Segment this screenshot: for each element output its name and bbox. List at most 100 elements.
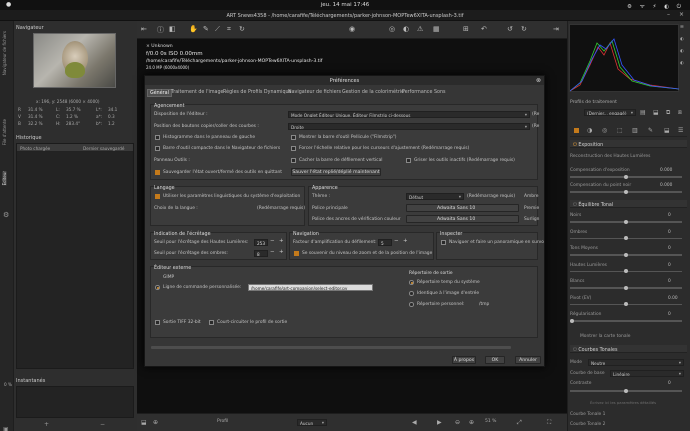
custom-cmd-input[interactable]: /home/carafife/art-companion/select-edit… — [248, 284, 373, 291]
clip-low-plus[interactable]: + — [279, 249, 284, 255]
add-snapshot-icon[interactable]: + — [44, 421, 49, 428]
tone-slider-value[interactable]: 0 — [668, 312, 671, 317]
tab-performance[interactable]: Performance — [400, 89, 434, 97]
hist-left-checkbox[interactable] — [155, 135, 160, 140]
save-state-checkbox[interactable] — [155, 170, 160, 175]
curves-mode-combo[interactable]: Neutre ▾ — [588, 359, 684, 366]
grey-inactive-checkbox[interactable] — [406, 158, 411, 163]
remember-zoom-checkbox[interactable] — [294, 251, 299, 256]
tool-tab-detail-icon[interactable]: ◎ — [602, 127, 607, 134]
before-after-icon[interactable]: ◧ — [169, 25, 176, 33]
close-window-icon[interactable]: × — [679, 11, 684, 18]
grid-icon[interactable]: ⊞ — [463, 25, 469, 33]
focus-mask-icon[interactable]: ◎ — [389, 25, 395, 33]
tab-editor[interactable]: Éditeur — [2, 171, 7, 186]
clip-low-spin[interactable]: 8 — [254, 250, 268, 257]
profile-folder-icon[interactable]: ▤ — [640, 109, 646, 116]
exposure-toggle-icon[interactable]: ⏻ — [573, 143, 577, 148]
tiff32-checkbox[interactable] — [155, 320, 160, 325]
tone-slider[interactable] — [570, 236, 682, 241]
minimize-icon[interactable]: – — [667, 11, 670, 18]
hide-panel-icon[interactable]: ⇤ — [141, 25, 147, 33]
about-button[interactable]: À propos — [452, 356, 476, 364]
cancel-button[interactable]: Annuler — [515, 356, 541, 364]
tab-dynamic-profiles[interactable]: Règles de Profils Dynamique — [221, 89, 293, 97]
prev-image-icon[interactable]: ◀ — [412, 419, 417, 426]
fullscreen-toggle-icon[interactable]: ⛶ — [547, 419, 551, 427]
zoom-in-icon[interactable]: ⊕ — [469, 419, 474, 426]
comp-slider[interactable] — [570, 174, 682, 179]
force-scale-checkbox[interactable] — [291, 146, 296, 151]
tone-slider[interactable] — [570, 269, 682, 274]
dialog-close-icon[interactable]: ⊗ — [536, 77, 541, 84]
compact-toolbar-checkbox[interactable] — [155, 146, 160, 151]
dialog-hscrollbar[interactable] — [151, 346, 511, 349]
system-lang-checkbox[interactable] — [155, 194, 160, 199]
exposure-header[interactable]: ⏻ Exposition — [570, 140, 687, 148]
copy-paste-combo[interactable]: Droite ▾ — [288, 123, 530, 130]
nav-factor-plus[interactable]: + — [403, 238, 408, 244]
tab-color-management[interactable]: Gestion de la colorimétrie — [340, 89, 406, 97]
tab-file-browser-prefs[interactable]: Navigateur de fichiers — [286, 89, 343, 97]
nav-factor-spin[interactable]: 5 — [378, 239, 392, 246]
tab-file-browser[interactable]: Navigateur de fichiers — [2, 31, 7, 75]
tone-slider-knob[interactable] — [570, 318, 574, 323]
tone-slider-value[interactable]: 0 — [668, 246, 671, 251]
curves-toggle-icon[interactable]: ⏻ — [573, 348, 577, 353]
tone-toggle-icon[interactable]: ⏻ — [573, 203, 577, 208]
contrast-value[interactable]: 0 — [668, 381, 671, 386]
main-font-button[interactable]: Adwaita Sans 10 — [406, 204, 519, 212]
histogram-options-icon[interactable]: ☰ — [680, 24, 684, 29]
comp-value[interactable]: 0.000 — [660, 168, 672, 173]
preview-mode-icon[interactable]: ◉ — [349, 25, 355, 33]
save-state-button[interactable]: Sauver l'état replié/déplié maintenant — [291, 168, 381, 176]
clipping-shadow-icon[interactable]: ◐ — [403, 25, 409, 33]
tone-slider-value[interactable]: 0.00 — [668, 296, 678, 301]
curves-header[interactable]: ⏻ Courbes Tonales — [570, 345, 687, 353]
custom-cmd-radio[interactable] — [155, 285, 160, 290]
save-icon[interactable]: ⬓ — [141, 419, 147, 426]
fullscreen-icon[interactable]: ▣ — [3, 426, 9, 431]
histogram[interactable] — [569, 24, 680, 92]
system-clock[interactable]: jeu. 14 mai 17:46 — [0, 2, 690, 8]
black-value[interactable]: 0.000 — [660, 183, 672, 188]
info-icon[interactable]: ⓘ — [157, 25, 164, 35]
inspect-pan-checkbox[interactable] — [441, 240, 446, 245]
tool-tab-exposure[interactable] — [574, 128, 579, 133]
clip-high-spin[interactable]: 253 — [254, 239, 268, 246]
theme-combo[interactable]: Défaut ▾ — [406, 193, 464, 200]
clip-high-plus[interactable]: + — [279, 238, 284, 244]
tool-tab-list-icon[interactable]: ☰ — [678, 127, 683, 134]
bypass-profile-checkbox[interactable] — [209, 320, 214, 325]
sampler-font-button[interactable]: Adwaita Sans 10 — [406, 215, 519, 223]
tone-slider[interactable] — [570, 219, 682, 224]
profile-copy-icon[interactable]: ⧉ — [666, 109, 670, 117]
clip-low-minus[interactable]: − — [270, 249, 275, 255]
base-curve-combo[interactable]: Linéaire ▾ — [610, 370, 684, 377]
expand-right-icon[interactable]: ⇥ — [553, 25, 559, 33]
gamut-icon[interactable]: ▦ — [433, 25, 440, 33]
tone-slider-knob[interactable] — [624, 285, 628, 290]
out-temp-radio[interactable] — [409, 280, 414, 285]
tone-slider-value[interactable]: 0 — [668, 279, 671, 284]
tool-tab-color-icon[interactable]: ◑ — [587, 127, 592, 134]
profile-paste-icon[interactable]: ⧈ — [678, 109, 682, 117]
profile-combo[interactable]: (Dernier... engagé) ▾ — [584, 109, 636, 116]
rotate-left-icon[interactable]: ↺ — [507, 25, 513, 33]
tool-tab-meta-icon[interactable]: ⬓ — [664, 127, 670, 134]
gear-icon[interactable]: ⚙ — [3, 211, 9, 219]
warning-icon[interactable]: ⚠ — [417, 25, 423, 33]
tone-header[interactable]: ⏻ Équilibre Tonal — [570, 200, 687, 208]
tab-sounds[interactable]: Sons — [432, 89, 448, 97]
picker-icon[interactable]: ✎ — [203, 25, 209, 33]
tab-queue[interactable]: File d'attente — [2, 119, 7, 145]
straighten-icon[interactable]: ⟋ — [215, 25, 220, 34]
hand-tool-icon[interactable]: ✋ — [189, 25, 198, 33]
tone-slider-knob[interactable] — [624, 252, 628, 257]
queue-icon[interactable]: ⊕ — [153, 419, 158, 426]
histogram-r-icon[interactable]: ◐ — [680, 36, 684, 41]
hide-scrollbar-checkbox[interactable] — [291, 158, 296, 163]
tone-slider-knob[interactable] — [624, 219, 628, 224]
tone-slider[interactable] — [570, 318, 682, 323]
tone-slider-value[interactable]: 0 — [668, 213, 671, 218]
